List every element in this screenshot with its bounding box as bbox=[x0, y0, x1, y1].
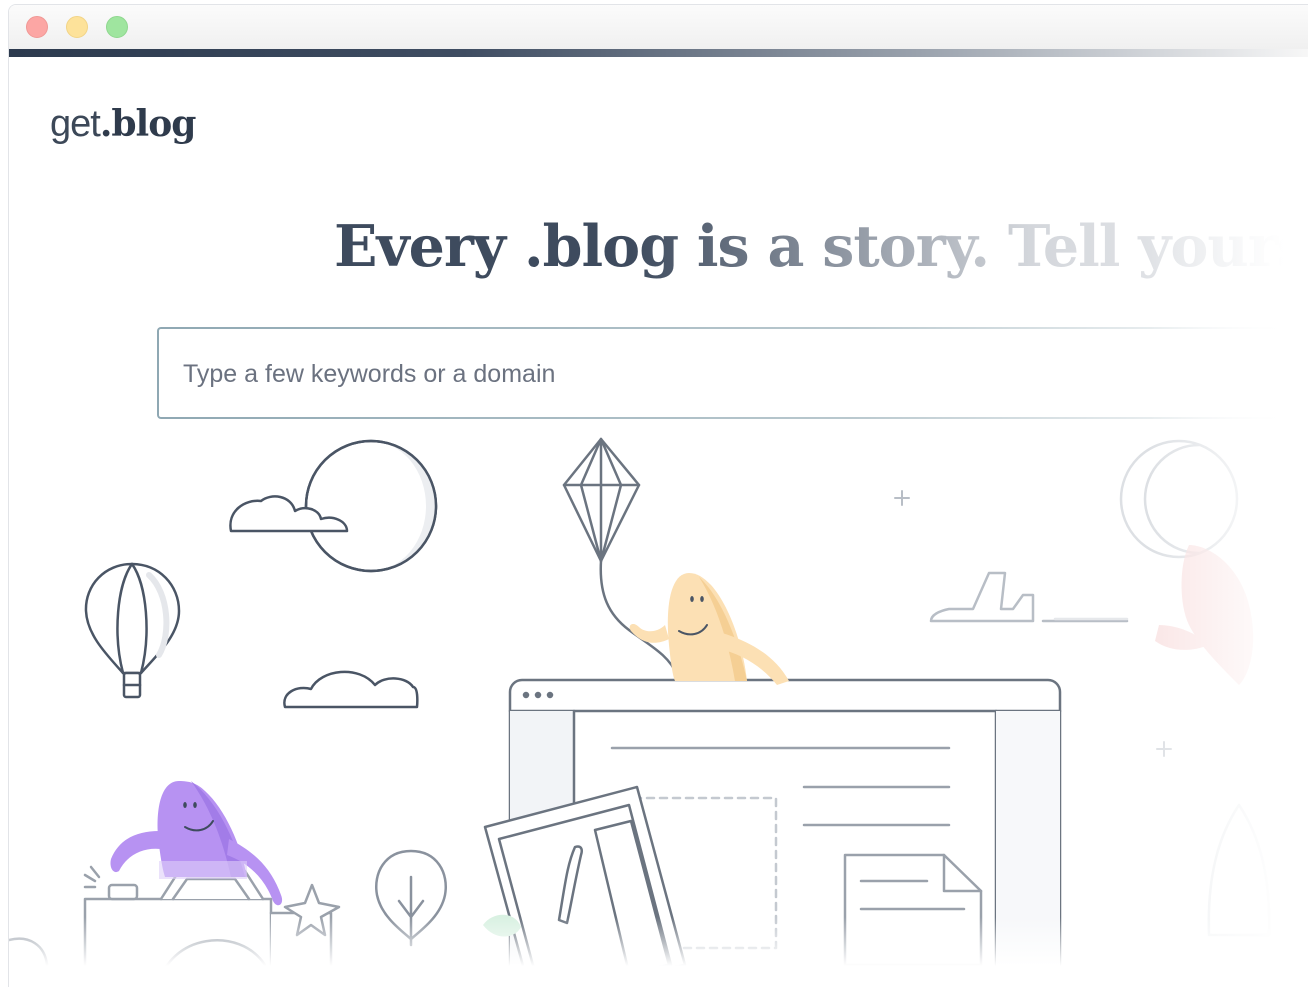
cloud-icon bbox=[229, 495, 349, 533]
moon-icon bbox=[304, 439, 438, 573]
site-logo[interactable]: get.blog bbox=[50, 101, 197, 146]
logo-get: get bbox=[50, 103, 101, 145]
airplane-icon bbox=[929, 571, 1129, 623]
sparkle-icon bbox=[894, 490, 1172, 757]
yellow-character-icon bbox=[629, 573, 789, 685]
minimize-button[interactable] bbox=[66, 16, 88, 38]
search-box[interactable] bbox=[157, 327, 1307, 419]
accent-bar bbox=[9, 49, 1308, 57]
search-input[interactable] bbox=[181, 351, 1085, 397]
logo-blog: .blog bbox=[99, 103, 197, 145]
title-bar bbox=[9, 5, 1308, 49]
purple-character-icon bbox=[110, 781, 283, 906]
hero-illustration bbox=[9, 437, 1271, 987]
cloud-icon bbox=[283, 670, 419, 709]
browser-window: get.blog Every .blog is a story. Tell yo… bbox=[8, 4, 1308, 987]
close-button[interactable] bbox=[26, 16, 48, 38]
zoom-button[interactable] bbox=[106, 16, 128, 38]
balloon-icon bbox=[84, 562, 181, 699]
kite-icon bbox=[562, 437, 683, 699]
right-fade bbox=[1149, 65, 1308, 985]
bottom-fade bbox=[9, 917, 1308, 987]
